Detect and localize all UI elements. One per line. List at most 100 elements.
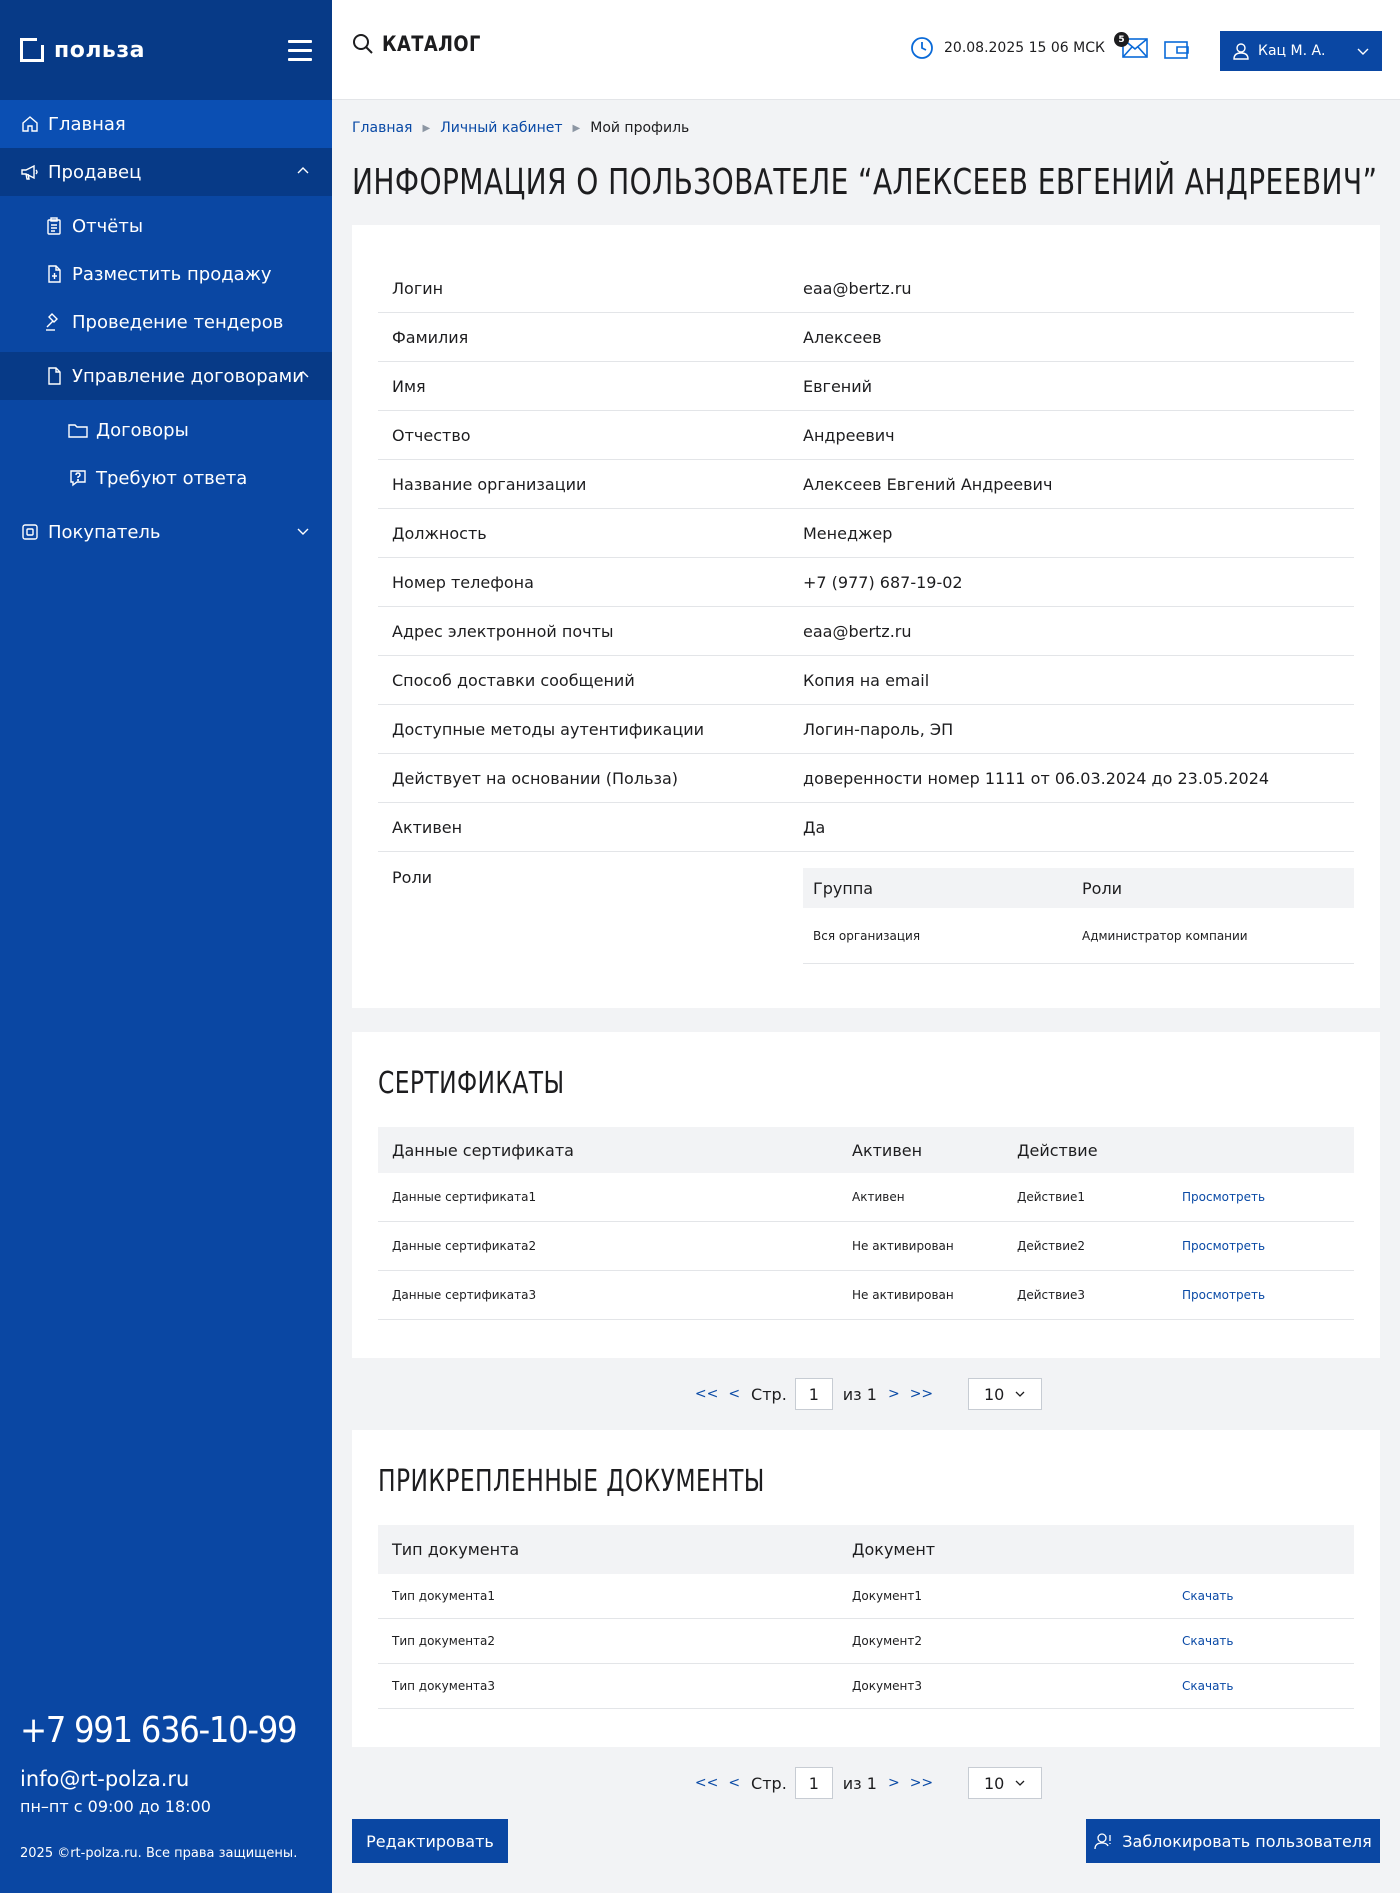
column-header: Активен xyxy=(852,1140,923,1160)
role-name: Администратор компании xyxy=(1082,928,1248,943)
sidebar-item-contracts-management[interactable]: Управление договорами xyxy=(0,352,332,400)
field-value: Копия на email xyxy=(803,670,930,690)
profile-field-row: Имя Евгений xyxy=(378,362,1354,411)
messages-count-badge: 5 xyxy=(1114,32,1129,47)
sidebar-item-seller[interactable]: Продавец xyxy=(0,148,332,196)
role-group: Вся организация xyxy=(813,928,921,943)
wallet-button[interactable] xyxy=(1164,40,1190,64)
sidebar-item-label: Разместить продажу xyxy=(72,263,272,285)
sidebar-item-label: Покупатель xyxy=(48,521,161,543)
view-certificate-link[interactable]: Просмотреть xyxy=(1182,1239,1265,1253)
profile-field-row: Адрес электронной почты eaa@bertz.ru xyxy=(378,607,1354,656)
next-page-button[interactable]: > xyxy=(888,1775,900,1791)
roles-row: Роли Группа Роли Вся организация Админис… xyxy=(378,852,1354,964)
certificate-active: Активен xyxy=(852,1190,905,1204)
document-name: Документ1 xyxy=(852,1589,922,1603)
support-hours: пн–пт с 09:00 до 18:00 xyxy=(20,1797,211,1816)
last-page-button[interactable]: >> xyxy=(910,1775,933,1791)
user-name: Кац М. А. xyxy=(1258,43,1326,59)
breadcrumb-home[interactable]: Главная xyxy=(352,120,412,136)
support-phone[interactable]: +7 991 636-10-99 xyxy=(20,1710,298,1751)
folder-icon xyxy=(68,420,88,440)
field-label: Фамилия xyxy=(392,327,469,347)
block-user-label: Заблокировать пользователя xyxy=(1122,1831,1372,1851)
next-page-button[interactable]: > xyxy=(888,1386,900,1402)
field-value: eaa@bertz.ru xyxy=(803,279,912,298)
page-size-value: 10 xyxy=(983,1773,1005,1793)
sidebar-item-label: Главная xyxy=(48,113,126,135)
column-header: Тип документа xyxy=(392,1540,520,1559)
download-link[interactable]: Скачать xyxy=(1182,1589,1234,1603)
user-menu-button[interactable]: Кац М. А. xyxy=(1220,31,1382,71)
field-label: Активен xyxy=(392,817,463,837)
field-label: Логин xyxy=(392,279,444,298)
sidebar-item-reports[interactable]: Отчёты xyxy=(0,202,332,250)
profile-field-row: Логин eaa@bertz.ru xyxy=(378,265,1354,313)
sidebar-item-buyer[interactable]: Покупатель xyxy=(0,508,332,556)
sidebar-item-home[interactable]: Главная xyxy=(0,100,332,148)
last-page-button[interactable]: >> xyxy=(910,1386,933,1402)
certificate-data: Данные сертификата2 xyxy=(392,1239,537,1253)
certificate-action: Действие3 xyxy=(1017,1288,1086,1302)
certificate-data: Данные сертификата1 xyxy=(392,1190,537,1204)
view-certificate-link[interactable]: Просмотреть xyxy=(1182,1288,1265,1302)
table-row: Тип документа3 Документ3 Скачать xyxy=(378,1664,1354,1709)
sidebar-header: польза xyxy=(0,0,332,100)
field-value: Евгений xyxy=(803,376,873,396)
document-upload-icon xyxy=(44,264,64,284)
table-row: Тип документа1 Документ1 Скачать xyxy=(378,1574,1354,1619)
page-size-select[interactable]: 10 xyxy=(968,1767,1043,1799)
sidebar-item-label: Отчёты xyxy=(72,215,144,237)
field-value: Да xyxy=(803,817,826,837)
download-link[interactable]: Скачать xyxy=(1182,1679,1234,1693)
certificates-card: СЕРТИФИКАТЫ Данные сертификата Активен Д… xyxy=(352,1032,1380,1358)
datetime-text: 20.08.2025 15 06 МСК xyxy=(944,40,1105,56)
prev-page-button[interactable]: < xyxy=(728,1386,740,1402)
block-user-button[interactable]: Заблокировать пользователя xyxy=(1086,1819,1380,1863)
sidebar-item-tenders[interactable]: Проведение тендеров xyxy=(0,298,332,346)
first-page-button[interactable]: << xyxy=(695,1775,718,1791)
breadcrumb-separator-icon: ▶ xyxy=(572,122,581,134)
field-value: Андреевич xyxy=(803,425,895,445)
sidebar-item-contracts[interactable]: Договоры xyxy=(0,406,332,454)
sidebar-item-label: Проведение тендеров xyxy=(72,311,284,333)
prev-page-button[interactable]: < xyxy=(728,1775,740,1791)
document-type: Тип документа3 xyxy=(392,1679,496,1693)
breadcrumb: Главная ▶ Личный кабинет ▶ Мой профиль xyxy=(352,118,1380,138)
profile-field-row: Название организации Алексеев Евгений Анд… xyxy=(378,460,1354,509)
roles-label: Роли xyxy=(392,868,433,887)
document-name: Документ3 xyxy=(852,1679,922,1693)
field-value: доверенности номер 1111 от 06.03.2024 до… xyxy=(803,768,1270,788)
logo[interactable]: польза xyxy=(20,38,145,63)
catalog-button[interactable]: КАТАЛОГ xyxy=(352,32,498,56)
support-email[interactable]: info@rt-polza.ru xyxy=(20,1767,327,1791)
sidebar-item-post-sale[interactable]: Разместить продажу xyxy=(0,250,332,298)
breadcrumb-current: Мой профиль xyxy=(590,120,690,136)
certificates-title: СЕРТИФИКАТЫ xyxy=(378,1066,565,1101)
certificates-pagination: << < Стр. 1 из 1 > >> 10 xyxy=(352,1358,1380,1430)
menu-icon[interactable] xyxy=(288,39,312,61)
page-number-input[interactable]: 1 xyxy=(794,1378,833,1410)
first-page-button[interactable]: << xyxy=(695,1386,718,1402)
chevron-down-icon xyxy=(1015,1780,1025,1786)
download-link[interactable]: Скачать xyxy=(1182,1634,1234,1648)
certificate-action: Действие2 xyxy=(1017,1239,1086,1253)
view-certificate-link[interactable]: Просмотреть xyxy=(1182,1190,1265,1204)
column-header: Действие xyxy=(1017,1140,1098,1160)
logo-text: польза xyxy=(54,37,145,63)
edit-button[interactable]: Редактировать xyxy=(352,1819,508,1863)
user-icon xyxy=(1233,43,1249,60)
profile-field-row: Доступные методы аутентификации Логин-пар… xyxy=(378,705,1354,754)
bag-icon xyxy=(20,522,40,542)
chevron-down-icon xyxy=(1357,48,1369,55)
breadcrumb-cabinet[interactable]: Личный кабинет xyxy=(440,120,562,136)
table-row: Данные сертификата1 Активен Действие1 Просм… xyxy=(378,1173,1354,1222)
messages-button[interactable]: 5 xyxy=(1114,32,1148,62)
page-size-select[interactable]: 10 xyxy=(968,1378,1043,1410)
megaphone-icon xyxy=(20,162,40,182)
sidebar-item-need-reply[interactable]: Требуют ответа xyxy=(0,454,332,502)
clipboard-icon xyxy=(44,216,64,236)
certificates-table-header: Данные сертификата Активен Действие xyxy=(378,1127,1354,1173)
chat-question-icon xyxy=(68,468,88,488)
page-number-input[interactable]: 1 xyxy=(794,1767,833,1799)
